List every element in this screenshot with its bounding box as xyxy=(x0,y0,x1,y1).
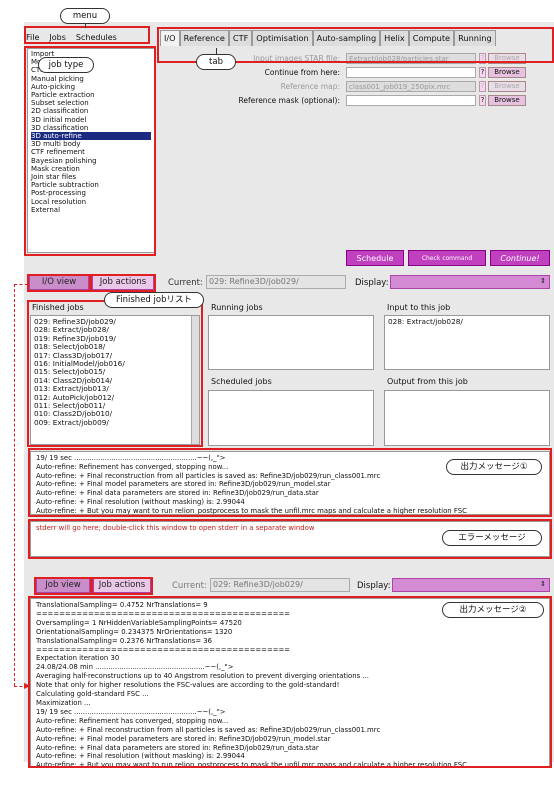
param-label: Reference mask (optional): xyxy=(238,95,340,105)
display-select[interactable]: ⇕ xyxy=(390,275,550,289)
param-input[interactable] xyxy=(346,94,476,106)
select-arrows-icon: ⇕ xyxy=(540,277,546,285)
finished-list-highlight xyxy=(27,300,203,447)
current-job-field-2[interactable]: 029: Refine3D/job029/ xyxy=(210,578,350,592)
job-type-callout: job type xyxy=(38,57,94,73)
finished-list-callout: Finished jobリスト xyxy=(104,292,204,308)
param-row: Reference map: class001_job019_250pix.mrc… xyxy=(160,80,554,92)
help-button[interactable]: ? xyxy=(479,80,486,92)
browse-button[interactable]: Browse xyxy=(488,80,526,92)
current-label-2: Current: xyxy=(172,581,207,591)
arrow-right-icon: ▶ xyxy=(24,681,31,690)
input-job-item[interactable]: 028: Extract/job028/ xyxy=(388,317,546,326)
select-arrows-icon: ⇕ xyxy=(540,580,546,588)
scheduled-jobs-list[interactable] xyxy=(208,390,374,446)
job-actions-highlight xyxy=(90,274,156,292)
menu-callout: menu xyxy=(60,8,110,24)
output-message-2-callout: 出力メッセージ② xyxy=(442,602,544,618)
current-label: Current: xyxy=(168,278,203,288)
display-label-2: Display: xyxy=(357,581,391,591)
error-message-callout: エラーメッセージ xyxy=(442,530,542,546)
scheduled-jobs-title: Scheduled jobs xyxy=(211,377,272,386)
display-label: Display: xyxy=(355,278,389,288)
param-label: Reference map: xyxy=(280,81,340,91)
current-job-field[interactable]: 029: Refine3D/job029/ xyxy=(206,275,346,289)
io-view-highlight xyxy=(27,274,91,292)
param-label: Continue from here: xyxy=(264,67,340,77)
input-jobs-title: Input to this job xyxy=(387,303,451,312)
help-button[interactable]: ? xyxy=(479,94,486,106)
browse-button[interactable]: Browse xyxy=(488,94,526,106)
job-view-highlight xyxy=(34,577,92,595)
output-message-1-callout: 出力メッセージ① xyxy=(446,459,542,475)
param-row: Reference mask (optional):? Browse xyxy=(160,94,554,106)
output-jobs-title: Output from this job xyxy=(387,377,468,386)
dashed-connector xyxy=(14,284,15,686)
input-jobs-list[interactable]: 028: Extract/job028/ xyxy=(384,315,550,370)
param-input[interactable]: class001_job019_250pix.mrc xyxy=(346,80,476,92)
job-actions-2-highlight xyxy=(91,577,153,595)
param-input[interactable] xyxy=(346,66,476,78)
help-button[interactable]: ? xyxy=(479,66,486,78)
continue-button[interactable]: Continue! xyxy=(490,250,550,266)
menu-highlight xyxy=(24,26,150,44)
output-jobs-list[interactable] xyxy=(384,390,550,446)
check-command-button[interactable]: Check command xyxy=(408,250,486,266)
running-jobs-title: Running jobs xyxy=(211,303,263,312)
job-type-highlight xyxy=(24,46,156,256)
tab-callout: tab xyxy=(196,54,236,70)
output-message-2-highlight xyxy=(28,596,552,768)
running-jobs-list[interactable] xyxy=(208,315,374,370)
dashed-connector-top xyxy=(14,284,28,285)
display-select-2[interactable]: ⇕ xyxy=(392,578,550,592)
browse-button[interactable]: Browse xyxy=(488,66,526,78)
schedule-button[interactable]: Schedule xyxy=(346,250,404,266)
input-jobs-items: 028: Extract/job028/ xyxy=(385,316,549,328)
